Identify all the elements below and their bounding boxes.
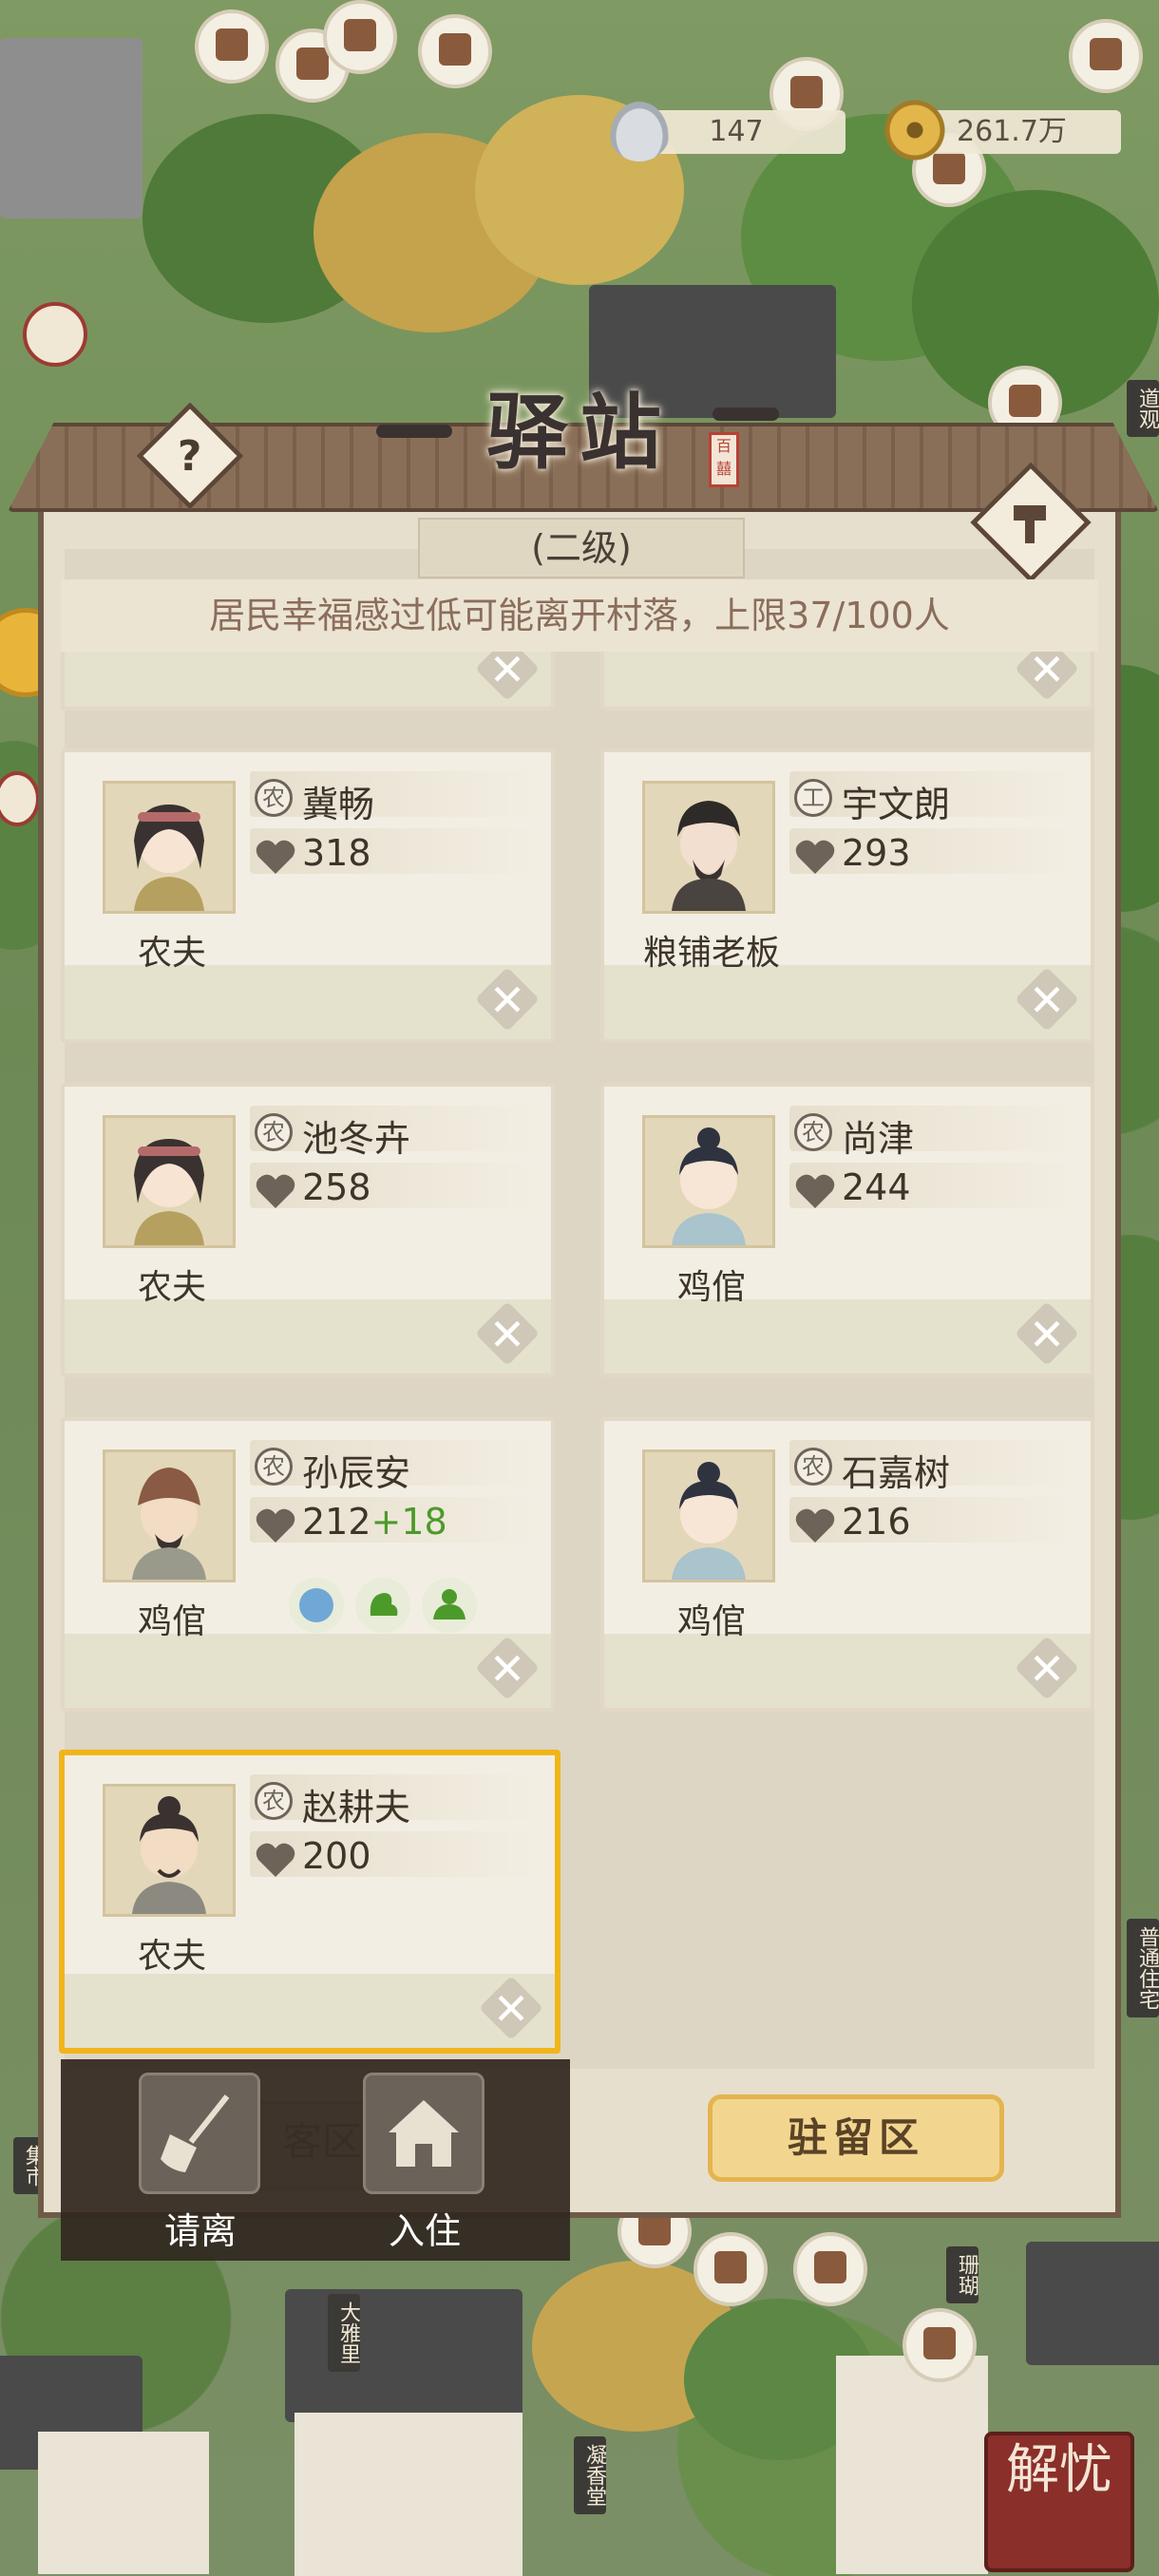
question-icon: ?	[177, 431, 202, 481]
trait-strength-icon[interactable]	[355, 1578, 410, 1633]
happiness-value: 216	[842, 1501, 911, 1543]
happiness-heart-icon	[795, 840, 835, 874]
map-label-dayali[interactable]: 大雅里	[328, 2294, 360, 2372]
remove-button[interactable]: ✕	[479, 1976, 543, 2040]
resident-name: 尚津	[842, 1118, 915, 1160]
remove-button[interactable]: ✕	[475, 1636, 540, 1700]
happiness-bonus: +18	[370, 1501, 447, 1543]
resident-portrait	[642, 781, 775, 914]
map-label-daoguan[interactable]: 道观	[1127, 380, 1159, 437]
dismiss-label: 请离	[163, 2210, 237, 2252]
trait-figure-icon[interactable]	[422, 1578, 477, 1633]
gourd-icon[interactable]	[23, 302, 87, 367]
resident-job: 农夫	[137, 1937, 206, 1976]
stay-area-button[interactable]: 驻留区	[708, 2094, 1004, 2182]
remove-button[interactable]: ✕	[1015, 1636, 1079, 1700]
resident-name: 赵耕夫	[302, 1787, 411, 1828]
remove-button[interactable]: ✕	[475, 1301, 540, 1366]
resident-job: 鸡倌	[676, 1268, 746, 1307]
happiness-heart-icon	[256, 1508, 295, 1543]
silver-ingot-icon	[608, 99, 671, 161]
house-icon	[363, 2073, 484, 2194]
resident-job: 农夫	[137, 934, 206, 973]
class-icon: 农	[794, 1113, 832, 1151]
move-in-label: 入住	[388, 2210, 461, 2252]
hammer-icon	[1014, 505, 1046, 543]
resident-card[interactable]: 农 孙辰安 212+18 鸡倌 ✕	[61, 1417, 555, 1712]
resident-name: 孙辰安	[302, 1452, 411, 1494]
capacity-notice-overlay: 居民幸福感过低可能离开村落，上限37/100人	[61, 579, 1098, 652]
resident-portrait	[103, 1449, 236, 1582]
resident-job: 鸡倌	[676, 1602, 746, 1641]
resident-card[interactable]: 工 宇文朗 293 粮铺老板 ✕	[600, 748, 1094, 1043]
map-label-ningxiangtang[interactable]: 凝香堂	[574, 2436, 606, 2514]
silver-amount: 147	[709, 115, 764, 148]
resident-card-selected[interactable]: 农 赵耕夫 200 农夫 ✕	[59, 1750, 560, 2054]
move-in-action[interactable]: 入住	[361, 2073, 488, 2253]
resident-name: 宇文朗	[842, 784, 951, 825]
remove-button[interactable]: ✕	[1015, 1301, 1079, 1366]
happiness-value: 244	[842, 1166, 911, 1208]
dismiss-action[interactable]: 请离	[137, 2073, 264, 2253]
resident-portrait	[103, 1115, 236, 1248]
class-icon: 农	[255, 779, 293, 817]
class-icon: 农	[794, 1448, 832, 1486]
remove-button[interactable]: ✕	[1015, 967, 1079, 1032]
resident-portrait	[642, 1115, 775, 1248]
resident-card[interactable]: 农 石嘉树 216 鸡倌 ✕	[600, 1417, 1094, 1712]
resident-name: 池冬卉	[302, 1118, 411, 1160]
class-icon: 农	[255, 1782, 293, 1820]
happiness-heart-icon	[795, 1174, 835, 1208]
copper-coin-icon	[884, 99, 946, 161]
resident-job: 鸡倌	[137, 1602, 206, 1641]
resident-action-popup: 请离 入住	[61, 2059, 570, 2261]
class-icon: 农	[255, 1113, 293, 1151]
building-level: (二级)	[418, 518, 745, 578]
jieyou-stamp-text: 解忧	[1006, 2439, 1112, 2501]
resident-card[interactable]: 农 冀畅 318 农夫 ✕	[61, 748, 555, 1043]
coin-amount: 261.7万	[957, 115, 1067, 148]
happiness-value: 258	[302, 1166, 371, 1208]
happiness-value: 293	[842, 832, 911, 874]
happiness-heart-icon	[256, 1843, 295, 1877]
trait-tiger-icon[interactable]	[289, 1578, 344, 1633]
resident-card[interactable]: 农 尚津 244 鸡倌 ✕	[600, 1083, 1094, 1377]
happiness-value: 318	[302, 832, 371, 874]
happiness-value: 212+18	[302, 1501, 447, 1543]
resident-card[interactable]: 农 池冬卉 258 农夫 ✕	[61, 1083, 555, 1377]
happiness-heart-icon	[795, 1508, 835, 1543]
resident-job: 粮铺老板	[642, 934, 780, 973]
broom-icon	[139, 2073, 260, 2194]
resident-portrait	[103, 781, 236, 914]
resident-name: 冀畅	[302, 784, 375, 825]
resident-portrait	[103, 1784, 236, 1917]
happiness-value: 200	[302, 1835, 371, 1877]
resident-job: 农夫	[137, 1268, 206, 1307]
jieyou-stamp-button[interactable]: 解忧	[984, 2432, 1134, 2572]
happiness-heart-icon	[256, 840, 295, 874]
class-icon: 农	[255, 1448, 293, 1486]
remove-button[interactable]: ✕	[475, 967, 540, 1032]
happiness-heart-icon	[256, 1174, 295, 1208]
map-label-putong-zhuzhai[interactable]: 普通住宅	[1127, 1919, 1159, 2017]
resident-name: 石嘉树	[842, 1452, 951, 1494]
resident-portrait	[642, 1449, 775, 1582]
title-seal-stamp: 百囍	[709, 432, 739, 487]
map-label-shanhu[interactable]: 珊瑚	[946, 2246, 978, 2303]
class-icon: 工	[794, 779, 832, 817]
